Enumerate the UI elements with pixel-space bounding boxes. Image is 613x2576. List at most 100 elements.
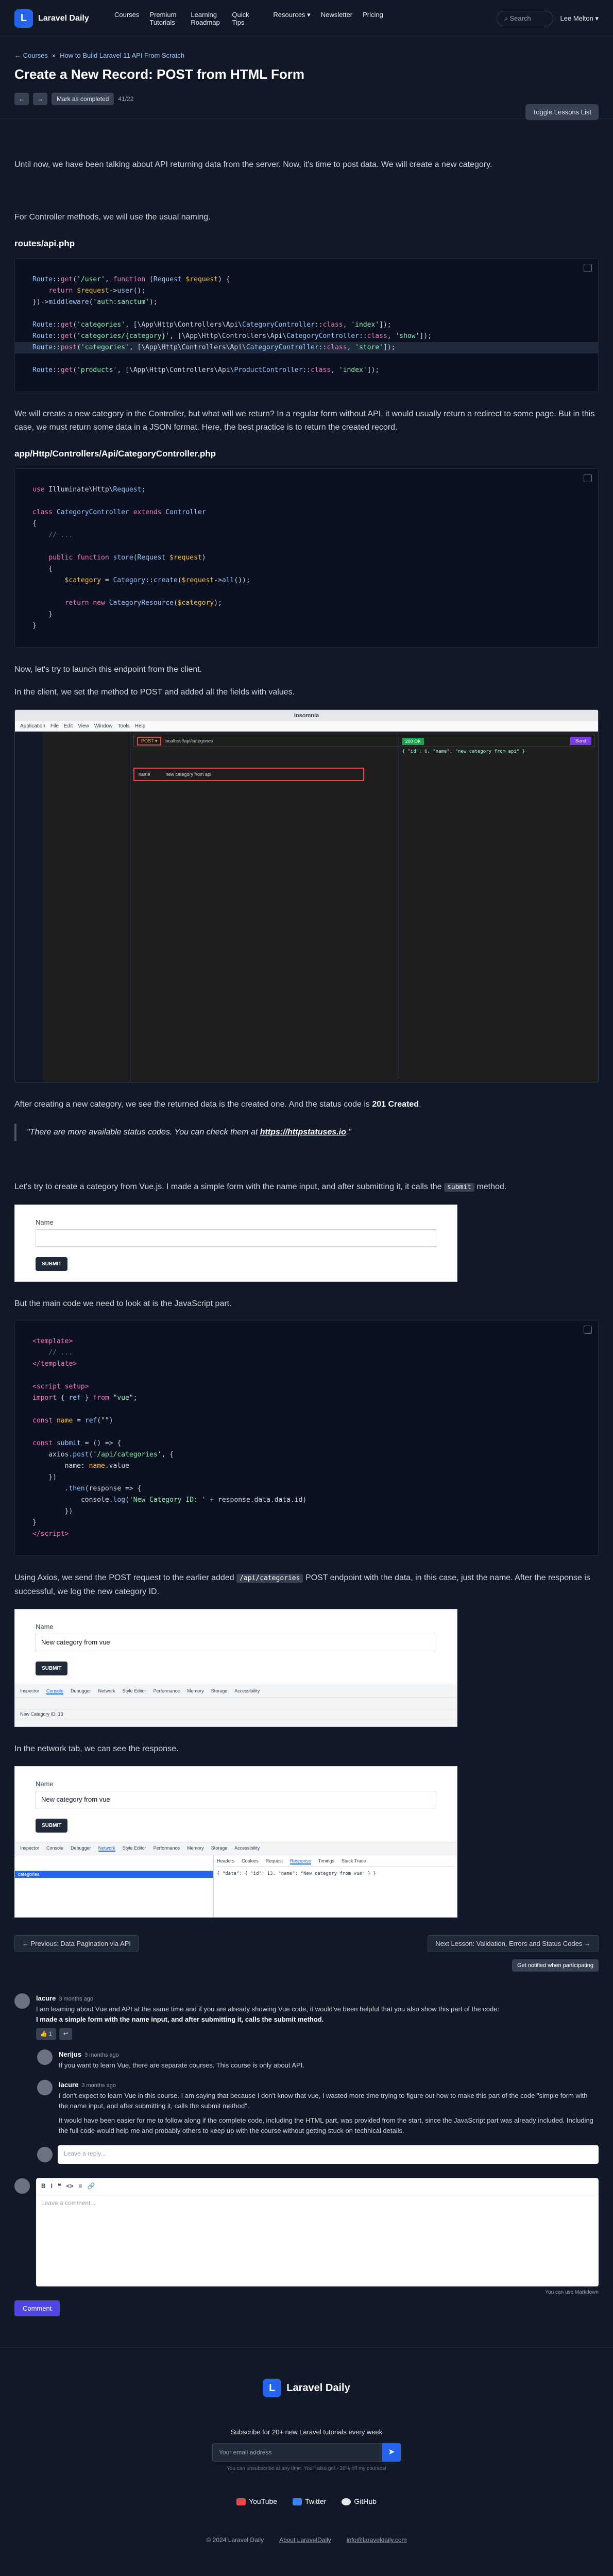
menu-item: Edit [64,723,73,729]
code-icon[interactable]: <> [66,2182,73,2190]
brand-logo[interactable]: L Laravel Daily [14,9,107,28]
file-name-controller: app/Http/Controllers/Api/CategoryControl… [14,449,216,459]
console-screenshot: Name New category from vue SUBMIT Inspec… [14,1609,457,1727]
code-block-vue: <template> // ... </template> <script se… [14,1320,599,1556]
field-name: name [139,772,150,777]
send-arrow-icon[interactable]: ➤ [382,2443,401,2462]
reply-input[interactable]: Leave a reply... [58,2145,599,2164]
network-request-row: categories [15,1871,214,1878]
avatar [37,2080,53,2095]
nav-courses[interactable]: Courses [114,11,139,26]
devtools-tab: Style Editor [122,1688,146,1693]
quote-text: "There are more available status codes. … [27,1128,260,1137]
reply-icon[interactable]: ↩ [59,2028,73,2040]
devtools-tab: Storage [211,1845,228,1851]
comment-text: I am learning about Vue and API at the s… [36,2005,500,2013]
devtools-panel: Inspector Console Debugger Network Style Edi… [15,1842,457,1917]
nav-newsletter[interactable]: Newsletter [321,11,352,26]
mark-completed-button[interactable]: Mark as completed [52,93,114,105]
comment-time: 3 months ago [81,2082,116,2089]
menu-item: File [50,723,59,729]
toggle-lessons-button[interactable]: Toggle Lessons List [525,104,599,120]
console-log-line: New Category ID: 13 [15,1709,457,1719]
comment-time: 3 months ago [59,1996,93,2002]
comment-editor: B I ❝ <> ≡ 🔗 Leave a comment... You can use Mar… [14,2178,599,2295]
user-menu[interactable]: Lee Melton ▾ [560,14,599,23]
vue-text-end: method. [474,1182,507,1191]
email-input[interactable]: Your email address [212,2443,382,2462]
main-menu: Courses Premium Tutorials Learning Roadm… [114,11,383,26]
editor-toolbar: B I ❝ <> ≡ 🔗 [36,2178,599,2194]
comment-button[interactable]: Comment [14,2300,60,2316]
breadcrumb-courses[interactable]: ← Courses [14,52,48,59]
insomnia-request-panel: POST ▾ localhost/api/categories Send name n… [130,732,598,1082]
bold-icon[interactable]: B [41,2182,46,2190]
youtube-label: YouTube [249,2497,278,2505]
endpoint-code: /api/categories [236,1574,303,1583]
nav-premium-tutorials[interactable]: Premium Tutorials [149,11,180,26]
devtools-tab: Debugger [71,1688,91,1693]
nav-learning-roadmap[interactable]: Learning Roadmap [191,11,222,26]
nav-resources[interactable]: Resources ▾ [273,11,310,26]
comments-section: lacure 3 months ago I am learning about Vu… [14,1972,599,2316]
github-link[interactable]: GitHub [342,2497,377,2506]
lesson-header: ← Courses» How to Build Laravel 11 API Fr… [0,37,613,120]
subscribe-form: Your email address ➤ [0,2443,613,2462]
top-navbar: L Laravel Daily Courses Premium Tutorials… [0,0,613,37]
submit-code: submit [444,1183,474,1192]
avatar [37,2147,53,2162]
italic-icon[interactable]: I [51,2182,53,2190]
youtube-link[interactable]: YouTube [236,2497,278,2506]
nav-pricing[interactable]: Pricing [363,11,383,26]
http-method: POST ▾ [137,736,162,745]
list-icon[interactable]: ≡ [79,2182,82,2190]
copy-icon[interactable] [584,1326,592,1334]
twitter-link[interactable]: Twitter [293,2497,326,2506]
notify-button[interactable]: Get notified when participating [512,1959,599,1972]
github-label: GitHub [354,2497,377,2505]
request-url: localhost/api/categories [164,738,213,743]
next-lesson-icon[interactable]: → [33,93,47,105]
copy-icon[interactable] [584,264,592,272]
prev-lesson-icon[interactable]: ← [14,93,29,105]
devtools-tab: Inspector [20,1688,40,1693]
avatar [37,2049,53,2065]
detail-tab: Timings [318,1858,334,1863]
devtools-tab: Debugger [71,1845,91,1851]
status-badge: 200 OK [402,738,424,745]
insomnia-screenshot: Insomnia Application File Edit View Window To… [14,709,599,1082]
like-button[interactable]: 👍 1 [36,2028,56,2040]
vue-form-screenshot: Name SUBMIT [14,1205,457,1282]
markdown-hint: You can use Markdown [545,2290,599,2295]
name-input [36,1229,436,1247]
name-label: Name [36,1218,54,1226]
copy-icon[interactable] [584,474,592,482]
field-value: new category from api [165,772,212,777]
quote-icon[interactable]: ❝ [58,2182,61,2190]
about-link[interactable]: About LaravelDaily [279,2536,331,2544]
link-icon[interactable]: 🔗 [88,2182,95,2190]
youtube-icon [236,2498,246,2506]
search-input[interactable]: ⌕ Search [496,10,553,26]
detail-tab-response: Response [290,1858,311,1865]
next-lesson-link[interactable]: Next Lesson: Validation, Errors and Stat… [428,1935,599,1952]
footer-logo[interactable]: L Laravel Daily [0,2379,613,2397]
lesson-count: 41/22 [118,95,134,103]
status-quote: "There are more available status codes. … [14,1124,599,1141]
footer-bottom: © 2024 Laravel Daily About LaravelDaily in… [0,2536,613,2544]
twitter-icon [293,2498,302,2506]
comment-textarea[interactable]: B I ❝ <> ≡ 🔗 Leave a comment... [36,2178,599,2286]
nav-quick-tips[interactable]: Quick Tips [232,11,263,26]
breadcrumb-course[interactable]: How to Build Laravel 11 API From Scratch [60,52,184,59]
httpstatuses-link[interactable]: https://httpstatuses.io [260,1128,346,1137]
avatar [14,1993,30,2009]
name-label: Name [36,1623,54,1631]
insomnia-sidebar [15,732,43,1082]
submit-button: SUBMIT [36,1257,68,1271]
devtools-panel: Inspector Console Debugger Network Style Edi… [15,1685,457,1726]
insomnia-request-list [43,732,130,1082]
detail-tab: Stack Trace [341,1858,366,1863]
devtools-tab: Inspector [20,1845,40,1851]
email-link[interactable]: info@laraveldaily.com [347,2536,407,2544]
previous-lesson-link[interactable]: ← Previous: Data Pagination via API [14,1935,139,1952]
